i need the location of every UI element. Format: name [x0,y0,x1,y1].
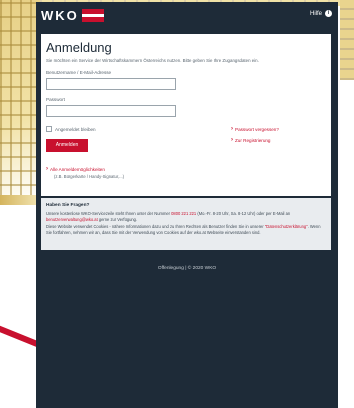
forgot-password-link[interactable]: › Passwort vergessen? [231,126,279,132]
all-options-link[interactable]: › Alle Anmeldemöglichkeiten [46,166,124,172]
logo-text: WKO [41,8,79,23]
wko-logo[interactable]: WKO [41,8,104,23]
remember-checkbox[interactable] [46,126,52,132]
contact-text: Unsere kostenlose WKO-Servicezeile steht… [46,211,326,223]
register-link[interactable]: › Zur Registrierung [231,137,279,143]
password-label: Passwort [46,97,65,102]
all-login-options: › Alle Anmeldemöglichkeiten (z.B. Bürger… [46,166,124,179]
all-options-hint: (z.B. Bürgerkarte / Handy-Signatur,...) [54,174,125,179]
remember-me[interactable]: Angemeldet bleiben [46,126,96,132]
contact-text-post: gerne zur Verfügung. [97,217,138,222]
building-facade-right [340,0,354,80]
account-links: › Passwort vergessen? › Zur Registrierun… [231,126,279,148]
register-label: Zur Registrierung [235,137,271,143]
help-link[interactable]: Hilfe i [310,10,332,17]
building-facade [0,0,40,200]
page-title: Anmeldung [46,40,112,55]
privacy-link[interactable]: "Datenschutzerklärung" [265,224,308,229]
forgot-password-label: Passwort vergessen? [235,126,279,132]
header: WKO Hilfe i [36,2,338,28]
login-panel: WKO Hilfe i Anmeldung Sie möchten ein Se… [36,2,338,408]
info-icon: i [325,10,332,17]
chevron-right-icon: › [231,126,233,132]
footer[interactable]: Offenlegung | © 2020 WKO [36,266,338,271]
help-label: Hilfe [309,10,322,17]
info-box: Haben Sie Fragen? Unsere kostenlose WKO-… [41,198,331,250]
all-options-label: Alle Anmeldemöglichkeiten [50,166,105,172]
chevron-right-icon: › [231,137,233,143]
page-subtitle: Sie möchten ein Service der Wirtschaftsk… [46,58,259,63]
contact-text-pre: Unsere kostenlose WKO-Servicezeile steht… [46,211,172,216]
phone-link[interactable]: 0800 221 221 [171,211,196,216]
login-card: Anmeldung Sie möchten ein Service der Wi… [41,34,331,196]
cookie-text-pre: Diese Website verwendet Cookies - nähere… [46,224,265,229]
chevron-right-icon: › [46,166,48,172]
username-label: Benutzername / E-Mail-Adresse [46,70,112,75]
austrian-flag-icon [81,9,104,22]
email-link[interactable]: benutzerverwaltung@wko.at [46,217,98,222]
cookie-text: Diese Website verwendet Cookies - nähere… [46,224,326,236]
login-button[interactable]: Anmelden [46,139,88,152]
building-facade-base [0,195,40,205]
info-heading: Haben Sie Fragen? [46,203,90,208]
username-input[interactable] [46,78,176,90]
remember-label: Angemeldet bleiben [55,126,96,132]
password-input[interactable] [46,105,176,117]
contact-text-mid: (Mo.-Fr. 8-20 Uhr, Sa. 8-12 Uhr) oder pe… [196,211,291,216]
